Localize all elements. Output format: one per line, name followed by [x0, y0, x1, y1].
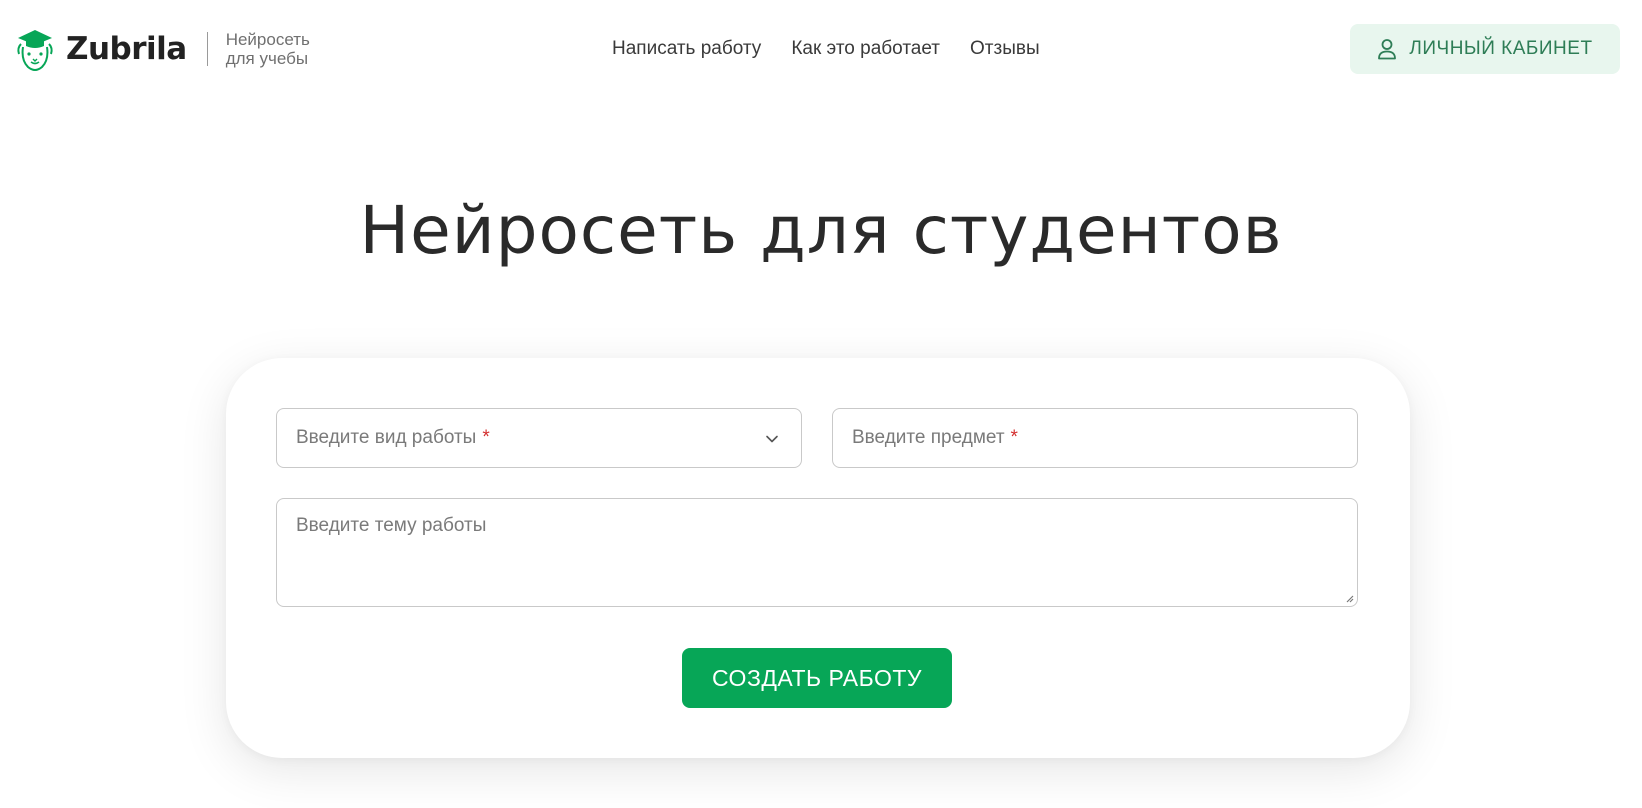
- work-form-card: Введите вид работы * Введите предмет * В…: [226, 358, 1410, 758]
- subject-required-mark: *: [1010, 427, 1018, 448]
- personal-cabinet-label: ЛИЧНЫЙ КАБИНЕТ: [1409, 38, 1593, 59]
- main-nav: Написать работу Как это работает Отзывы: [612, 38, 1040, 60]
- nav-link-write-work[interactable]: Написать работу: [612, 38, 761, 60]
- work-type-select[interactable]: Введите вид работы *: [276, 408, 802, 468]
- nav-link-how-it-works[interactable]: Как это работает: [791, 38, 940, 60]
- logo-text: Zubrila: [66, 31, 187, 67]
- create-work-button[interactable]: СОЗДАТЬ РАБОТУ: [682, 648, 952, 708]
- topic-textarea[interactable]: Введите тему работы: [276, 498, 1358, 607]
- user-icon: [1378, 39, 1397, 60]
- topic-placeholder: Введите тему работы: [296, 515, 487, 536]
- subject-input[interactable]: Введите предмет *: [832, 408, 1358, 468]
- nav-link-reviews[interactable]: Отзывы: [970, 38, 1040, 60]
- resize-handle-icon[interactable]: [1344, 593, 1354, 603]
- logo-tagline-line2: для учебы: [225, 49, 309, 68]
- bison-graduate-icon: [17, 30, 53, 71]
- chevron-down-icon: [766, 435, 778, 443]
- site-header: Zubrila Нейросеть для учебы Написать раб…: [0, 0, 1642, 100]
- personal-cabinet-button[interactable]: ЛИЧНЫЙ КАБИНЕТ: [1350, 24, 1620, 74]
- logo-tagline-line1: Нейросеть: [225, 30, 310, 49]
- logo[interactable]: Zubrila Нейросеть для учебы: [14, 24, 310, 74]
- page-title: Нейросеть для студентов: [359, 192, 1283, 269]
- subject-placeholder: Введите предмет: [852, 427, 1005, 448]
- work-type-placeholder: Введите вид работы: [296, 427, 477, 448]
- work-type-required-mark: *: [482, 427, 490, 448]
- logo-divider: [206, 32, 208, 66]
- logo-tagline: Нейросеть для учебы: [226, 30, 310, 68]
